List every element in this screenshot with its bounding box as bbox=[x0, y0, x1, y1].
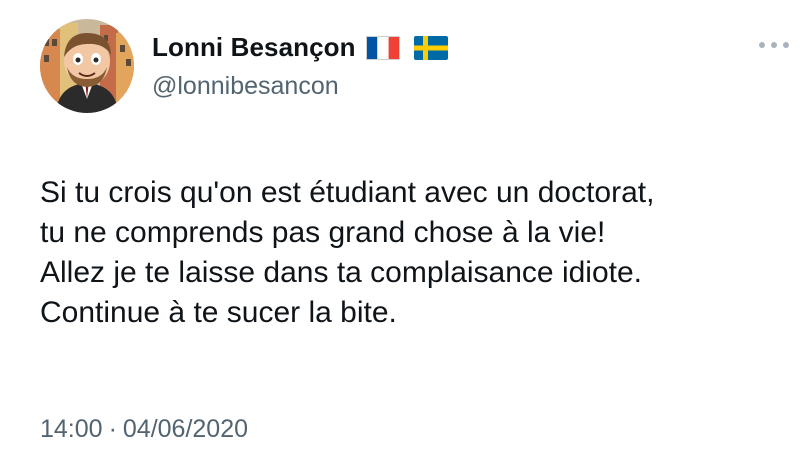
avatar[interactable] bbox=[40, 19, 134, 113]
avatar-cartoon-icon bbox=[40, 19, 134, 113]
tweet-card: Lonni Besançon @lonnibesancon Si tu croi… bbox=[0, 0, 807, 449]
tweet-text-line: Si tu crois qu'on est étudiant avec un d… bbox=[40, 176, 655, 209]
more-dot bbox=[783, 42, 789, 48]
author-handle[interactable]: @lonnibesancon bbox=[152, 72, 339, 101]
tweet-text-line: tu ne comprends pas grand chose à la vie… bbox=[40, 216, 606, 249]
author-display-name[interactable]: Lonni Besançon bbox=[152, 32, 356, 63]
author-name-row: Lonni Besançon bbox=[152, 30, 448, 64]
more-options-icon[interactable] bbox=[759, 38, 789, 52]
tweet-time[interactable]: 14:00 bbox=[40, 415, 103, 443]
meta-separator: · bbox=[108, 415, 117, 443]
more-dot bbox=[759, 42, 765, 48]
tweet-text: Si tu crois qu'on est étudiant avec un d… bbox=[40, 173, 800, 333]
tweet-date[interactable]: 04/06/2020 bbox=[123, 415, 248, 443]
france-flag-icon bbox=[365, 36, 400, 60]
tweet-timestamp: 14:00 · 04/06/2020 bbox=[40, 415, 248, 444]
more-dot bbox=[771, 42, 777, 48]
tweet-text-line: Continue à te sucer la bite. bbox=[40, 296, 397, 329]
sweden-flag-icon bbox=[413, 36, 448, 60]
tweet-text-line: Allez je te laisse dans ta complaisance … bbox=[40, 256, 642, 289]
